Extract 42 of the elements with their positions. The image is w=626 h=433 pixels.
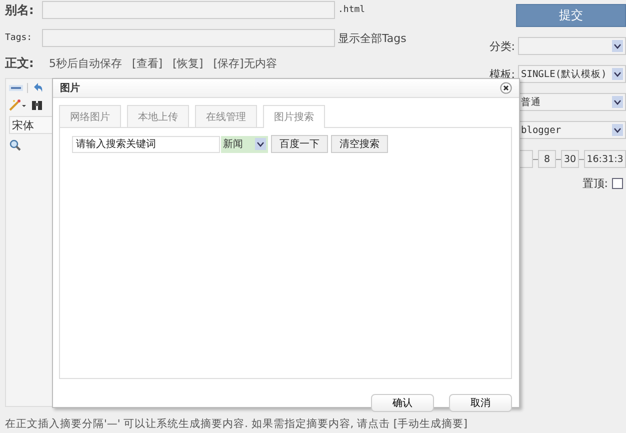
date-field[interactable]: 8 (538, 150, 556, 168)
save-link[interactable]: [保存] (213, 56, 244, 70)
zoom-icon[interactable] (9, 139, 21, 151)
binoculars-icon[interactable] (31, 99, 43, 111)
dialog-tab[interactable]: 图片搜索 (263, 105, 325, 128)
alias-label: 别名: (5, 2, 35, 18)
autosave-text: 5秒后自动保存 (49, 56, 122, 70)
pin-label: 置顶: (582, 176, 608, 191)
caret-icon (257, 142, 264, 146)
source-select[interactable]: 新闻 (221, 136, 268, 152)
dialog-button[interactable]: 确认 (371, 394, 434, 412)
date-field[interactable]: 16:31:3 (584, 150, 626, 168)
dropdown-select[interactable]: blogger (518, 121, 626, 139)
dialog-button[interactable]: 取消 (449, 394, 512, 412)
undo-icon[interactable] (32, 82, 44, 94)
summary-hint: 在正文插入摘要分隔'—' 可以让系统生成摘要内容. 如果需指定摘要内容, 请点击 [手动生成摘要] (5, 418, 468, 430)
font-select[interactable]: 宋体 (9, 116, 55, 134)
pin-checkbox[interactable] (612, 178, 623, 189)
html-suffix: .html (338, 5, 366, 15)
body-label: 正文: (5, 54, 35, 72)
alias-field[interactable] (42, 1, 335, 19)
search-button[interactable]: 清空搜索 (331, 135, 388, 153)
manual-summary-link[interactable]: [手动生成摘要] (393, 418, 468, 430)
caret-icon (614, 128, 621, 132)
caret-icon (614, 72, 621, 76)
dialog-title: 图片 (60, 82, 80, 95)
dropdown-select[interactable]: SINGLE(默认模板) (518, 65, 626, 83)
tags-label: Tags: (5, 33, 34, 43)
close-icon[interactable] (500, 82, 512, 94)
magic-wand-icon[interactable] (9, 99, 27, 111)
search-button[interactable]: 百度一下 (271, 135, 328, 153)
caret-icon (614, 100, 621, 104)
dropdown-select[interactable]: 普通 (518, 93, 626, 111)
tags-field[interactable] (42, 29, 335, 47)
caret-icon (614, 44, 621, 48)
show-all-tags-link[interactable]: 显示全部Tags (338, 30, 406, 46)
save-link[interactable]: [恢复] (172, 56, 204, 70)
save-link[interactable]: [查看] (132, 56, 163, 70)
date-field[interactable]: 30 (561, 150, 579, 168)
select-label: 分类: (489, 38, 515, 54)
save-status: 无内容 (244, 56, 277, 70)
keyword-field[interactable]: 请输入搜索关键词 (72, 136, 220, 152)
